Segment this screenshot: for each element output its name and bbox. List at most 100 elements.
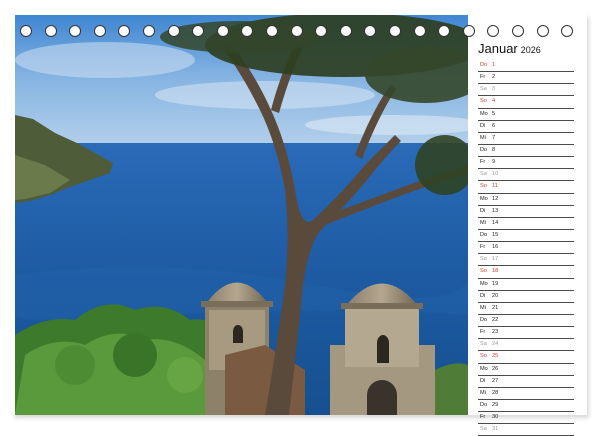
binding-ring [69,25,82,37]
binding-ring [93,25,106,37]
day-number: 29 [492,401,499,408]
day-number: 23 [492,329,499,336]
weekday-abbrev: Fr [480,414,486,421]
day-number: 21 [492,304,499,311]
day-row: Mi 21 [478,303,574,315]
day-row: Fr 23 [478,327,574,340]
day-row: So 11 [478,181,574,194]
binding-ring [266,25,278,37]
month-name: Januar [478,41,518,56]
weekday-abbrev: Fr [480,244,486,251]
weekday-abbrev: Mo [480,195,488,202]
day-row: Fr 16 [478,242,574,255]
day-row: So 4 [478,96,574,109]
weekday-abbrev: Do [480,401,488,408]
day-row: Do 1 [478,60,574,73]
day-number: 14 [492,219,499,226]
day-row: Sa 17 [478,254,574,267]
day-row: Fr 2 [478,72,574,85]
weekday-abbrev: Do [480,146,488,153]
day-number: 26 [492,365,499,372]
month-title: Januar 2026 [478,41,541,56]
binding-ring [339,25,352,37]
day-number: 19 [492,280,499,287]
day-row: Mo 5 [478,109,574,121]
weekday-abbrev: Sa [480,426,487,433]
day-row: Di 20 [478,291,574,303]
day-row: Di 6 [478,121,574,133]
binding-ring [20,25,32,37]
day-number: 11 [492,183,498,190]
day-row: Mo 19 [478,279,574,291]
day-row: Do 8 [478,145,574,158]
day-number: 18 [492,268,499,275]
weekday-abbrev: Sa [480,256,487,263]
day-number: 17 [492,256,499,263]
weekday-abbrev: Mo [480,280,488,287]
day-number: 4 [492,98,496,105]
binding-ring [462,25,475,37]
day-row: Mi 7 [478,133,574,145]
day-number: 24 [492,341,499,348]
year-label: 2026 [520,45,541,55]
weekday-abbrev: Di [480,292,486,299]
day-row: Do 15 [478,230,574,243]
weekday-abbrev: So [480,98,487,105]
spiral-binding [20,25,580,39]
binding-ring [118,25,131,37]
weekday-abbrev: Mi [480,389,486,396]
day-row: So 18 [478,266,574,279]
weekday-abbrev: Di [480,122,486,129]
weekday-abbrev: Fr [480,159,486,166]
binding-ring [192,25,205,37]
weekday-abbrev: Di [480,207,486,214]
day-number: 15 [492,231,499,238]
day-number: 27 [492,377,499,384]
weekday-abbrev: So [480,268,487,275]
day-number: 30 [492,414,499,421]
weekday-abbrev: Mi [480,134,486,141]
day-row: Sa 10 [478,169,574,182]
weekday-abbrev: Mi [480,304,486,311]
day-row: Sa 31 [478,424,574,436]
weekday-abbrev: Fr [480,74,486,81]
binding-ring [216,25,229,37]
day-list: Do 1 Fr 2 Sa 3 So 4 Mo 5 Di 6 Mi 7 Do 8 Fr 9 Sa 10 So 11 Mo 12 D… [478,60,574,436]
day-row: Mo 12 [478,194,574,206]
day-number: 6 [492,122,496,129]
weekday-abbrev: Fr [480,329,486,336]
binding-ring [389,25,401,37]
binding-ring [143,25,155,37]
binding-ring [44,25,57,37]
day-number: 1 [492,62,496,68]
weekday-abbrev: Mo [480,365,488,372]
day-row: So 25 [478,351,574,364]
day-number: 10 [492,171,499,178]
bell-tower-right [330,283,435,415]
binding-ring [487,25,500,37]
binding-ring [561,25,574,37]
weekday-abbrev: Mo [480,110,488,117]
weekday-abbrev: Sa [480,171,487,178]
day-number: 31 [492,426,499,433]
weekday-abbrev: Di [480,377,486,384]
binding-ring [167,25,180,37]
day-number: 28 [492,389,499,396]
month-header: Januar 2026 [478,40,580,58]
weekday-abbrev: Do [480,231,488,238]
day-row: Mo 26 [478,364,574,376]
day-number: 8 [492,146,496,153]
day-row: Fr 30 [478,412,574,425]
day-number: 3 [492,86,496,93]
day-number: 7 [492,134,496,141]
binding-ring [536,25,549,37]
day-row: Di 27 [478,376,574,388]
binding-ring [241,25,254,37]
weekday-abbrev: So [480,353,487,360]
binding-ring [290,25,303,37]
binding-ring [413,25,426,37]
day-row: Di 13 [478,206,574,218]
day-number: 25 [492,353,499,360]
day-number: 16 [492,244,499,251]
day-row: Do 22 [478,315,574,328]
